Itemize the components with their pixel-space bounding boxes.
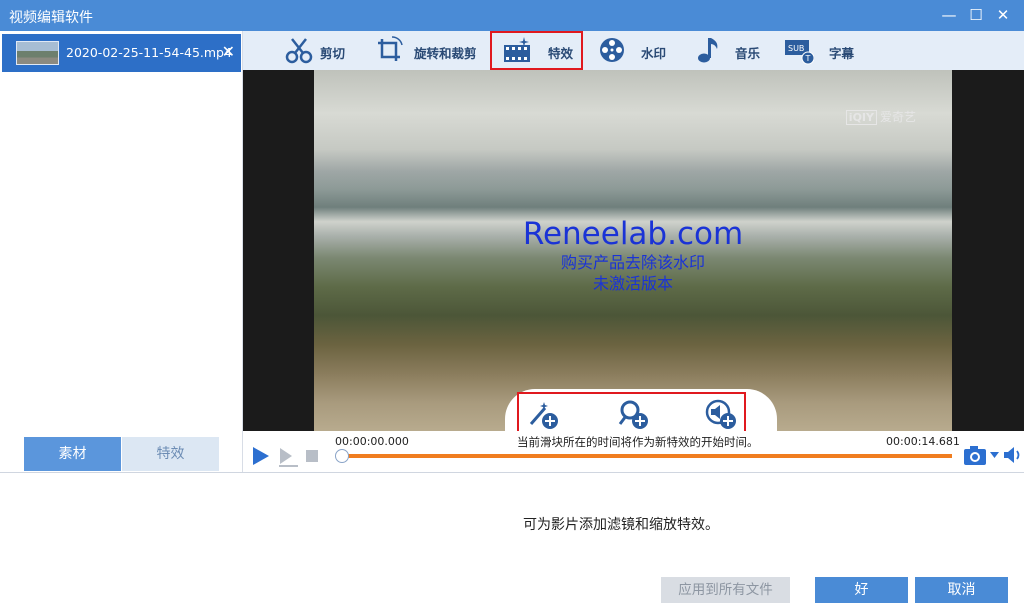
tool-subtitle-label: 字幕 [829,46,855,61]
tool-watermark-label: 水印 [641,46,667,61]
effect-start-hint: 当前滑块所在的时间将作为新特效的开始时间。 [517,435,759,449]
music-note-icon [698,38,718,63]
crop-rotate-icon [378,36,403,61]
window-title: 视频编辑软件 [9,10,93,26]
add-zoom-icon[interactable] [617,398,651,432]
tab-material[interactable]: 素材 [24,437,121,471]
progress-slider-handle[interactable] [335,449,349,463]
channel-logo-text: 爱奇艺 [879,110,916,124]
subtitle-icon: SUB T [785,40,814,65]
watermark-reel-icon [600,38,624,62]
tool-music-label: 音乐 [735,46,761,61]
file-item[interactable]: 2020-02-25-11-54-45.mp4 ✕ [2,34,241,72]
add-filter-icon[interactable] [527,398,561,432]
title-bar: 视频编辑软件 — ☐ ✕ [0,0,1024,31]
playback-bar: 00:00:00.000 当前滑块所在的时间将作为新特效的开始时间。 00:00… [243,431,1024,472]
file-name: 2020-02-25-11-54-45.mp4 [66,45,232,60]
maximize-icon[interactable]: ☐ [965,5,987,25]
time-end: 00:00:14.681 [886,435,960,448]
tool-watermark[interactable]: 水印 [589,31,674,70]
watermark-url: Reneelab.com [522,216,744,252]
tool-rotate-crop[interactable]: 旋转和裁剪 [366,31,486,70]
progress-track[interactable] [342,454,952,458]
tool-subtitle[interactable]: SUB T 字幕 [776,31,861,70]
watermark-line-3: 未激活版本 [592,274,673,293]
editing-toolbar: 剪切 旋转和裁剪 特效 水印 音乐 SUB T 字幕 [243,31,1024,70]
tab-effects[interactable]: 特效 [122,437,219,471]
ok-button[interactable]: 好 [815,577,908,603]
volume-icon[interactable] [1003,445,1023,465]
channel-logo-box: iQIY [845,110,877,125]
camera-icon[interactable] [963,444,987,466]
chevron-down-icon[interactable] [990,452,999,459]
tool-effects-label: 特效 [548,46,574,61]
tool-cut-label: 剪切 [320,46,346,61]
video-preview-area: iQIY 爱奇艺 Reneelab.com 购买产品去除该水印 未激活版本 [243,70,1024,436]
close-window-icon[interactable]: ✕ [992,5,1014,25]
remove-file-icon[interactable]: ✕ [222,42,235,61]
film-effects-icon [504,37,530,62]
time-start: 00:00:00.000 [335,435,409,448]
stop-icon[interactable] [306,450,318,462]
minimize-icon[interactable]: — [938,5,960,25]
cancel-button[interactable]: 取消 [915,577,1008,603]
scissors-icon [285,38,313,64]
effect-add-panel [505,389,777,436]
tool-cut[interactable]: 剪切 [276,31,356,70]
bottom-panel: 可为影片添加滤镜和缩放特效。 应用到所有文件 好 取消 [0,472,1024,612]
tool-music[interactable]: 音乐 [685,31,765,70]
add-audio-effect-icon[interactable] [705,398,739,432]
tool-rotate-crop-label: 旋转和裁剪 [414,46,477,61]
file-panel: 2020-02-25-11-54-45.mp4 ✕ 素材 特效 [0,31,243,472]
step-forward-icon[interactable] [277,446,299,468]
apply-to-all-button[interactable]: 应用到所有文件 [661,577,790,603]
effects-description: 可为影片添加滤镜和缩放特效。 [523,517,719,533]
effect-buttons-highlight [517,392,746,436]
play-icon[interactable] [251,445,271,467]
svg-text:SUB: SUB [788,44,804,53]
tool-effects[interactable]: 特效 [490,31,583,70]
channel-logo: iQIY 爱奇艺 [845,108,916,125]
video-thumbnail [16,41,59,65]
video-frame[interactable]: iQIY 爱奇艺 Reneelab.com 购买产品去除该水印 未激活版本 [314,70,952,431]
left-tabs: 素材 特效 [24,437,219,471]
svg-text:T: T [805,54,811,63]
